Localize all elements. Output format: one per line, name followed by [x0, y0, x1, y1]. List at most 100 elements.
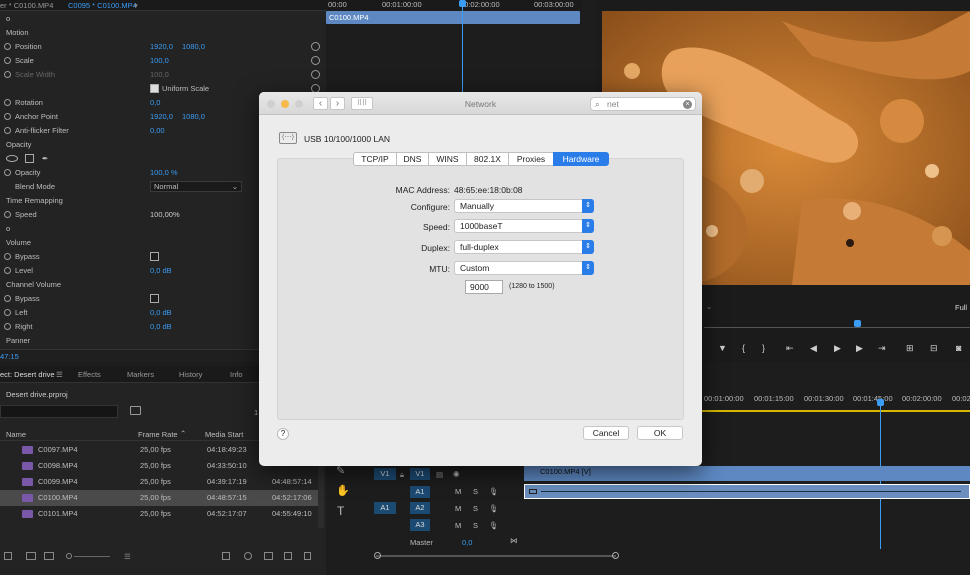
sync-lock-icon[interactable]: ▤: [436, 470, 443, 479]
mark-in-icon[interactable]: ▼: [718, 343, 727, 353]
property-value[interactable]: 100,0: [150, 68, 169, 81]
stopwatch-icon[interactable]: [4, 71, 11, 78]
stopwatch-icon[interactable]: [4, 113, 11, 120]
insert-icon[interactable]: ⊞: [906, 343, 914, 354]
solo-button[interactable]: S: [473, 487, 478, 496]
audio-clip-a1[interactable]: [524, 484, 970, 499]
solo-button[interactable]: S: [473, 504, 478, 513]
rectangle-mask-icon[interactable]: [25, 154, 34, 163]
column-frame-rate[interactable]: Frame Rate: [138, 430, 178, 439]
mark-out-bracket-icon[interactable]: }: [762, 343, 765, 353]
tab-info[interactable]: Info: [230, 370, 243, 379]
cancel-button[interactable]: Cancel: [583, 426, 629, 440]
tab-markers[interactable]: Markers: [127, 370, 154, 379]
help-button[interactable]: ?: [277, 428, 289, 440]
stopwatch-icon[interactable]: [4, 309, 11, 316]
tab-effects[interactable]: Effects: [78, 370, 101, 379]
master-volume[interactable]: 0,0: [462, 538, 472, 547]
clear-search-icon[interactable]: ×: [683, 100, 692, 109]
property-value[interactable]: 0,0 dB: [150, 306, 172, 319]
property-value-y[interactable]: 1080,0: [182, 110, 205, 123]
solo-button[interactable]: S: [473, 521, 478, 530]
stopwatch-icon[interactable]: [4, 43, 11, 50]
step-forward-icon[interactable]: ▶: [856, 343, 863, 354]
type-tool-icon[interactable]: T: [337, 504, 344, 518]
work-area-bar[interactable]: [700, 410, 970, 412]
stopwatch-icon[interactable]: [4, 323, 11, 330]
speed-select[interactable]: 1000baseT ⇕: [454, 219, 594, 233]
hand-tool-icon[interactable]: ✋: [336, 484, 350, 497]
property-value[interactable]: 0,00: [150, 124, 165, 137]
mtu-select[interactable]: Custom ⇕: [454, 261, 594, 275]
column-media-start[interactable]: Media Start: [205, 430, 243, 439]
property-value[interactable]: 0,0: [150, 96, 160, 109]
hamburger-icon[interactable]: ☰: [56, 370, 63, 379]
stopwatch-icon[interactable]: [4, 99, 11, 106]
tab-8021x[interactable]: 802.1X: [466, 152, 509, 166]
tab-dns[interactable]: DNS: [396, 152, 429, 166]
zoom-slider-icon[interactable]: [66, 553, 72, 559]
project-item-row[interactable]: C0101.MP4 25,00 fps 04:52:17:07 04:55:49:10: [0, 506, 318, 522]
tab-wins[interactable]: WINS: [428, 152, 467, 166]
tab-project[interactable]: ect: Desert drive: [0, 370, 55, 379]
column-name[interactable]: Name: [6, 430, 26, 439]
tab-effect-controls[interactable]: C0095 * C0100.MP4: [68, 1, 137, 10]
property-value-y[interactable]: 1080,0: [182, 40, 205, 53]
bypass-checkbox[interactable]: [150, 294, 159, 303]
step-back-icon[interactable]: ◀: [810, 343, 817, 354]
property-value[interactable]: 1920,0: [150, 110, 173, 123]
go-to-out-icon[interactable]: ⇥: [878, 343, 886, 354]
sort-icon[interactable]: ☰: [124, 552, 131, 561]
tab-proxies[interactable]: Proxies: [508, 152, 554, 166]
scroll-handle-right[interactable]: [612, 552, 619, 559]
eye-icon[interactable]: ◉: [453, 469, 460, 478]
reset-icon[interactable]: [311, 42, 320, 51]
stopwatch-icon[interactable]: [4, 57, 11, 64]
pen-mask-icon[interactable]: ✒: [42, 152, 48, 165]
mute-button[interactable]: M: [455, 521, 461, 530]
stopwatch-icon[interactable]: [4, 267, 11, 274]
source-clip[interactable]: C0100.MP4: [326, 11, 580, 24]
overwrite-icon[interactable]: ⊟: [930, 343, 938, 354]
effect-timecode[interactable]: 47:15: [0, 352, 19, 361]
sort-ascending-icon[interactable]: ⌃: [180, 429, 186, 438]
project-search-input[interactable]: [0, 405, 118, 418]
chevron-down-icon[interactable]: ⌄: [706, 302, 714, 311]
chevron-down-icon[interactable]: ▾: [134, 1, 138, 10]
playhead-handle[interactable]: [459, 0, 466, 7]
mtu-number-input[interactable]: 9000: [465, 280, 503, 294]
mute-button[interactable]: M: [455, 487, 461, 496]
tab-source[interactable]: er * C0100.MP4: [0, 1, 53, 10]
new-bin-icon[interactable]: [130, 406, 141, 415]
mark-in-bracket-icon[interactable]: {: [742, 343, 745, 353]
bypass-checkbox[interactable]: [150, 252, 159, 261]
search-input[interactable]: ⌕ net ×: [590, 97, 696, 111]
ellipse-mask-icon[interactable]: [6, 155, 18, 162]
track-a1[interactable]: A1: [410, 486, 430, 498]
zoom-level-select[interactable]: Full: [955, 303, 967, 312]
mic-icon[interactable]: 🎙︎: [489, 487, 499, 496]
timeline-scrollbar[interactable]: [376, 555, 616, 557]
stopwatch-icon[interactable]: [4, 169, 11, 176]
property-value[interactable]: 100,0: [150, 54, 169, 67]
list-view-icon[interactable]: [26, 552, 36, 560]
mute-button[interactable]: M: [455, 504, 461, 513]
new-item-icon[interactable]: [284, 552, 292, 560]
property-value[interactable]: 100,0 %: [150, 166, 178, 179]
mic-icon[interactable]: 🎙︎: [489, 504, 499, 513]
track-a3[interactable]: A3: [410, 519, 430, 531]
property-value[interactable]: 1920,0: [150, 40, 173, 53]
automate-icon[interactable]: [222, 552, 230, 560]
program-playhead[interactable]: [854, 320, 861, 327]
project-item-row[interactable]: C0099.MP4 25,00 fps 04:39:17:19 04:48:57:14: [0, 474, 318, 490]
camera-icon[interactable]: ◙: [956, 343, 961, 353]
play-icon[interactable]: ▶: [834, 343, 841, 354]
track-v1[interactable]: V1: [410, 468, 430, 480]
tab-tcpip[interactable]: TCP/IP: [353, 152, 397, 166]
trash-icon[interactable]: [304, 552, 311, 560]
find-icon[interactable]: [244, 552, 252, 560]
ok-button[interactable]: OK: [637, 426, 683, 440]
go-to-in-icon[interactable]: ⇤: [786, 343, 794, 354]
video-clip[interactable]: C0100.MP4 [V]: [524, 466, 970, 481]
zoom-slider[interactable]: [74, 556, 110, 557]
